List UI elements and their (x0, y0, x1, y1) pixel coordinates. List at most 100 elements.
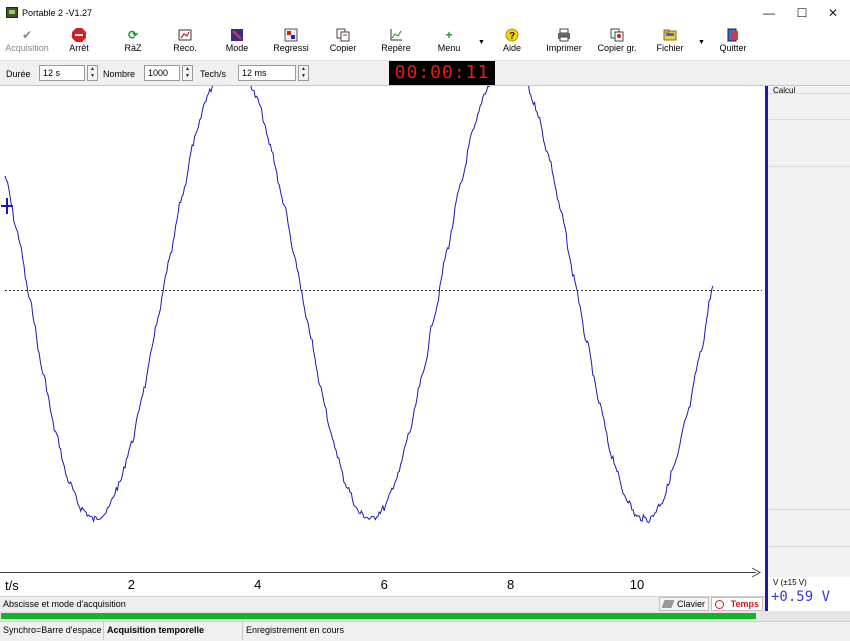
signal-trace (4, 86, 714, 524)
title-bar: Portable 2 -V1.27 — ☐ ✕ (0, 0, 850, 26)
divider (768, 93, 850, 94)
divider (768, 509, 850, 510)
copy-icon (336, 28, 350, 42)
duree-spinner[interactable]: ▲ ▼ (87, 65, 98, 81)
imprimer-label: Imprimer (546, 43, 582, 53)
fichier-button[interactable]: Fichier (648, 26, 692, 60)
fichier-label: Fichier (656, 43, 684, 53)
techs-input[interactable]: 12 ms (238, 65, 296, 81)
app-icon (6, 7, 18, 18)
maximize-button[interactable]: ☐ (785, 0, 819, 26)
clavier-label: Clavier (676, 599, 705, 609)
copier-gr-button[interactable]: Copier gr. (592, 26, 642, 60)
regressi-icon (284, 28, 298, 42)
arret-button[interactable]: Arrêt (56, 26, 102, 60)
divider (768, 166, 850, 167)
nombre-spinner[interactable]: ▲ ▼ (182, 65, 193, 81)
raz-button[interactable]: ⟳ RàZ (110, 26, 156, 60)
reco-button[interactable]: Reco. (162, 26, 208, 60)
copier-gr-label: Copier gr. (597, 43, 637, 53)
raz-label: RàZ (124, 43, 142, 53)
progress-fill (1, 613, 756, 619)
spin-down-icon: ▼ (90, 73, 95, 79)
duree-label: Durée (6, 69, 31, 79)
repere-label: Repère (381, 43, 411, 53)
fichier-dropdown-arrow-icon[interactable]: ▼ (698, 39, 705, 46)
info-status-bar: Abscisse et mode d'acquisition Clavier T… (0, 596, 765, 612)
mode-icon (230, 28, 244, 42)
quitter-label: Quitter (719, 43, 747, 53)
acquisition-button[interactable]: ✔ Acquisition (2, 26, 52, 60)
toolbar: ✔ Acquisition Arrêt ⟳ RàZ Reco. Mode Reg… (0, 26, 850, 61)
refresh-icon: ⟳ (127, 28, 139, 42)
plus-icon: + (445, 28, 453, 42)
menu-label: Menu (437, 43, 461, 53)
regressi-button[interactable]: Regressi (266, 26, 316, 60)
checkmark-icon: ✔ (21, 28, 33, 42)
synchro-status: Synchro=Barre d'espace (0, 622, 104, 640)
bottom-status-bar: Synchro=Barre d'espace Acquisition tempo… (0, 621, 850, 641)
clock-icon (715, 600, 724, 609)
calcul-panel: Calcul (765, 86, 850, 596)
voltage-range-label: V (±15 V) (773, 578, 807, 587)
spin-up-icon: ▲ (185, 66, 190, 72)
mode-label: Mode (225, 43, 249, 53)
divider (768, 546, 850, 547)
spin-down-icon: ▼ (185, 73, 190, 79)
recording-status: Enregistrement en cours (246, 625, 345, 635)
keyboard-icon (661, 600, 675, 608)
acquisition-progress-bar (0, 611, 850, 621)
temps-toggle[interactable]: Temps (711, 597, 763, 611)
techs-spinner[interactable]: ▲ ▼ (298, 65, 309, 81)
nombre-input[interactable]: 1000 (144, 65, 180, 81)
menu-button[interactable]: + Menu (426, 26, 472, 60)
svg-text:?: ? (509, 31, 515, 42)
x-tick-labels: 2 4 6 8 10 (128, 577, 644, 592)
close-button[interactable]: ✕ (816, 0, 850, 26)
mode-status: Acquisition temporelle (104, 622, 243, 640)
temps-label: Temps (730, 599, 759, 609)
axes-icon (389, 28, 403, 42)
arret-label: Arrêt (69, 43, 89, 53)
exit-icon (726, 28, 740, 42)
voltage-panel: V (±15 V) +0.59 V (765, 577, 850, 612)
menu-dropdown-arrow-icon[interactable]: ▼ (478, 39, 485, 46)
window-title: Portable 2 -V1.27 (22, 8, 93, 18)
stop-sign-icon (72, 28, 86, 42)
x-tick-label: 2 (128, 577, 135, 592)
x-axis-label: t/s (5, 578, 19, 593)
help-icon: ? (505, 28, 519, 42)
cursor-marker-icon[interactable] (1, 198, 13, 214)
signal-plot[interactable]: 2 4 6 8 10 t/s (0, 86, 765, 596)
quitter-button[interactable]: Quitter (710, 26, 756, 60)
x-tick-label: 4 (254, 577, 261, 592)
imprimer-button[interactable]: Imprimer (540, 26, 588, 60)
clavier-toggle[interactable]: Clavier (659, 597, 709, 611)
reco-icon (178, 28, 192, 42)
divider (768, 119, 850, 120)
spin-down-icon: ▼ (301, 73, 306, 79)
nombre-label: Nombre (103, 69, 136, 79)
status-text: Abscisse et mode d'acquisition (3, 599, 126, 609)
x-tick-label: 10 (630, 577, 644, 592)
elapsed-timer: 00:00:11 (389, 61, 495, 85)
duree-input[interactable]: 12 s (39, 65, 85, 81)
reco-label: Reco. (173, 43, 197, 53)
techs-label: Tech/s (200, 69, 227, 79)
folder-icon (663, 28, 677, 42)
aide-button[interactable]: ? Aide (490, 26, 534, 60)
copy-graph-icon (610, 28, 624, 42)
aide-label: Aide (502, 43, 521, 53)
acquisition-label: Acquisition (5, 43, 49, 53)
printer-icon (557, 28, 571, 42)
voltage-readout: +0.59 V (771, 589, 831, 605)
spin-up-icon: ▲ (90, 66, 95, 72)
mode-button[interactable]: Mode (214, 26, 260, 60)
x-tick-label: 6 (381, 577, 388, 592)
repere-button[interactable]: Repère (372, 26, 420, 60)
minimize-button[interactable]: — (752, 0, 786, 26)
spin-up-icon: ▲ (301, 66, 306, 72)
x-tick-label: 8 (507, 577, 514, 592)
regressi-label: Regressi (273, 43, 309, 53)
copier-button[interactable]: Copier (320, 26, 366, 60)
